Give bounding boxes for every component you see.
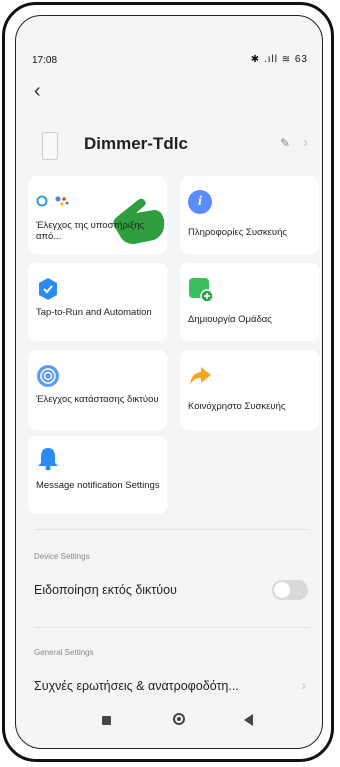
device-name: Dimmer-Tdlc [84, 134, 188, 153]
recent-apps-button[interactable] [102, 716, 111, 725]
card-create-group[interactable]: Δημιουργία Ομάδας [180, 263, 319, 341]
card-tap-to-run[interactable]: Tap-to-Run and Automation [28, 263, 167, 341]
device-thumbnail [42, 132, 58, 160]
chevron-right-icon[interactable]: › [303, 134, 308, 152]
card-label: Κοινόχρηστο Συσκευής [188, 401, 286, 412]
offline-notification-label: Ειδοποίηση εκτός δικτύου [34, 583, 177, 597]
card-message-notification[interactable]: Message notification Settings [28, 436, 167, 514]
divider [34, 627, 310, 628]
card-share-device[interactable]: Κοινόχρηστο Συσκευής [180, 350, 319, 430]
back-button[interactable]: ‹ [34, 80, 41, 103]
nav-back-button[interactable] [244, 714, 253, 726]
card-label: Έλεγχος της υποστήριξης από... [36, 220, 145, 242]
automation-icon [39, 278, 57, 300]
share-icon [190, 367, 211, 385]
section-title-general-settings: General Settings [34, 648, 94, 657]
card-network-check[interactable]: Έλεγχος κατάστασης δικτύου [28, 350, 167, 430]
add-group-icon [189, 278, 214, 303]
navigation-bar [16, 704, 322, 734]
section-title-device-settings: Device Settings [34, 552, 90, 561]
card-label: Message notification Settings [36, 480, 160, 491]
card-voice-assistant-support[interactable]: Έλεγχος της υποστήριξης από... [28, 176, 167, 254]
home-button[interactable] [173, 713, 185, 725]
faq-feedback-item[interactable]: Συχνές ερωτήσεις & ανατροφοδότη... [34, 679, 239, 693]
phone-frame: 17:08 ✱ .ıll ≋ 63 ‹ Dimmer-Tdlc ✎ › Έλεγ… [2, 2, 334, 762]
chevron-right-icon: › [301, 677, 306, 693]
divider [34, 529, 310, 530]
status-indicators: ✱ .ıll ≋ 63 [250, 54, 308, 65]
card-label: Δημιουργία Ομάδας [188, 314, 272, 325]
toggle-knob [274, 582, 290, 598]
info-icon: i [188, 190, 212, 214]
card-device-info[interactable]: i Πληροφορίες Συσκευής [180, 176, 319, 254]
alexa-google-icon [36, 195, 69, 207]
edit-icon[interactable]: ✎ [280, 136, 290, 150]
bell-icon [38, 448, 58, 471]
device-header: Dimmer-Tdlc ✎ › [34, 126, 312, 162]
card-label: Έλεγχος κατάστασης δικτύου [36, 394, 159, 405]
network-icon [37, 365, 59, 387]
status-bar: 17:08 ✱ .ıll ≋ 63 [16, 16, 322, 66]
screen: 17:08 ✱ .ıll ≋ 63 ‹ Dimmer-Tdlc ✎ › Έλεγ… [15, 15, 323, 749]
status-time: 17:08 [32, 55, 58, 66]
offline-notification-toggle[interactable] [272, 580, 308, 600]
card-label: Tap-to-Run and Automation [36, 307, 152, 318]
card-label: Πληροφορίες Συσκευής [188, 227, 287, 238]
